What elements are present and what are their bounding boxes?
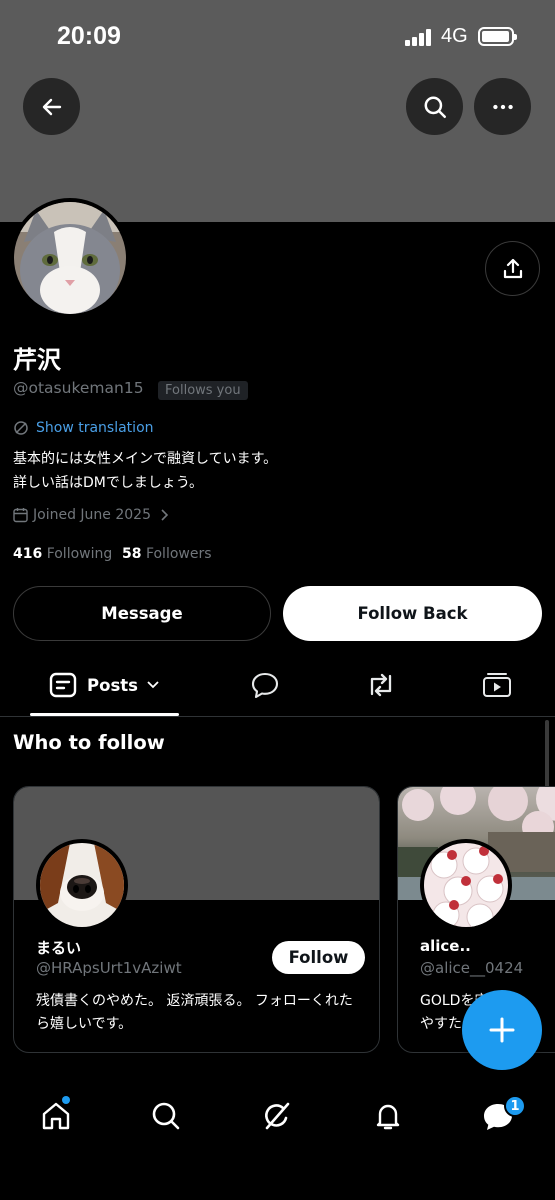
posts-icon	[49, 672, 77, 698]
following-count: 416	[13, 546, 43, 562]
home-unread-dot	[62, 1096, 70, 1104]
followers-label: Followers	[145, 546, 212, 562]
plus-icon	[489, 1017, 515, 1043]
tab-replies[interactable]	[240, 655, 290, 715]
following-label: Following	[46, 546, 113, 562]
card-name: まるい	[36, 939, 82, 957]
show-translation-link[interactable]: Show translation	[36, 420, 154, 436]
more-horizontal-icon	[492, 104, 513, 109]
status-bar: 20:09 4G	[0, 0, 555, 74]
joined-date[interactable]: Joined June 2025	[33, 507, 151, 523]
followers-count: 58	[122, 546, 142, 562]
search-icon	[152, 1102, 180, 1130]
nav-notifications[interactable]	[363, 1094, 413, 1138]
bottom-navigation: 1	[0, 1080, 555, 1200]
status-time: 20:09	[57, 22, 121, 50]
more-button[interactable]	[474, 78, 531, 135]
followers-stat[interactable]: 58 Followers	[122, 546, 212, 562]
tab-reposts[interactable]	[356, 655, 406, 715]
tab-posts-label: Posts	[87, 675, 138, 695]
network-type: 4G	[441, 25, 468, 47]
translate-icon	[14, 421, 28, 435]
battery-icon	[478, 27, 517, 46]
search-button[interactable]	[406, 78, 463, 135]
back-button[interactable]	[23, 78, 80, 135]
card-bio: 残債書くのやめた。 返済頑張る。 フォローくれたら嬉しいです。	[36, 993, 353, 1032]
who-to-follow-title: Who to follow	[13, 731, 165, 754]
nav-grok[interactable]	[252, 1094, 302, 1138]
dog-avatar-image	[40, 843, 124, 927]
card-name: alice..	[420, 937, 471, 955]
signal-icon	[405, 28, 432, 46]
nav-home[interactable]	[31, 1094, 81, 1138]
cat-avatar-image	[14, 202, 126, 314]
share-button[interactable]	[485, 241, 540, 296]
card-handle: @alice__0424	[420, 959, 524, 977]
messages-badge: 1	[504, 1095, 526, 1117]
media-icon	[483, 673, 511, 697]
grok-icon	[265, 1102, 290, 1130]
calendar-icon	[13, 508, 28, 523]
hello-kitty-avatar-image	[424, 843, 508, 927]
nav-search[interactable]	[141, 1094, 191, 1138]
follows-you-badge: Follows you	[158, 381, 248, 400]
reply-icon	[251, 672, 279, 699]
display-name: 芹沢	[13, 346, 61, 374]
home-icon	[42, 1102, 70, 1130]
compose-button[interactable]	[462, 990, 542, 1070]
profile-tabs: Posts	[0, 655, 555, 717]
follow-back-button[interactable]: Follow Back	[283, 586, 542, 641]
profile-avatar[interactable]	[10, 198, 130, 318]
tab-media[interactable]	[472, 655, 522, 715]
arrow-left-icon	[42, 98, 61, 115]
card-avatar[interactable]	[36, 839, 128, 931]
card-avatar[interactable]	[420, 839, 512, 931]
share-icon	[503, 258, 522, 278]
message-button[interactable]: Message	[13, 586, 271, 641]
follow-button[interactable]: Follow	[272, 941, 365, 974]
profile-bio: 基本的には女性メインで融資しています。 詳しい話はDMでしましょう。	[13, 447, 277, 495]
chevron-right-icon	[161, 509, 169, 521]
notifications-icon	[376, 1104, 400, 1130]
chevron-down-icon	[147, 681, 159, 689]
suggested-user-card[interactable]: まるい @HRApsUrt1vAziwt Follow 残債書くのやめた。 返済…	[13, 786, 380, 1053]
profile-handle: @otasukeman15	[13, 379, 144, 397]
card-handle: @HRApsUrt1vAziwt	[36, 959, 182, 977]
nav-messages[interactable]: 1	[473, 1094, 526, 1138]
bio-line: 基本的には女性メインで融資しています。	[13, 451, 278, 467]
repost-icon	[370, 673, 392, 697]
search-icon	[424, 96, 446, 118]
bio-line: 詳しい話はDMでしましょう。	[13, 475, 204, 491]
tab-posts[interactable]: Posts	[30, 655, 179, 715]
following-stat[interactable]: 416 Following	[13, 546, 112, 562]
active-tab-indicator	[30, 713, 179, 716]
